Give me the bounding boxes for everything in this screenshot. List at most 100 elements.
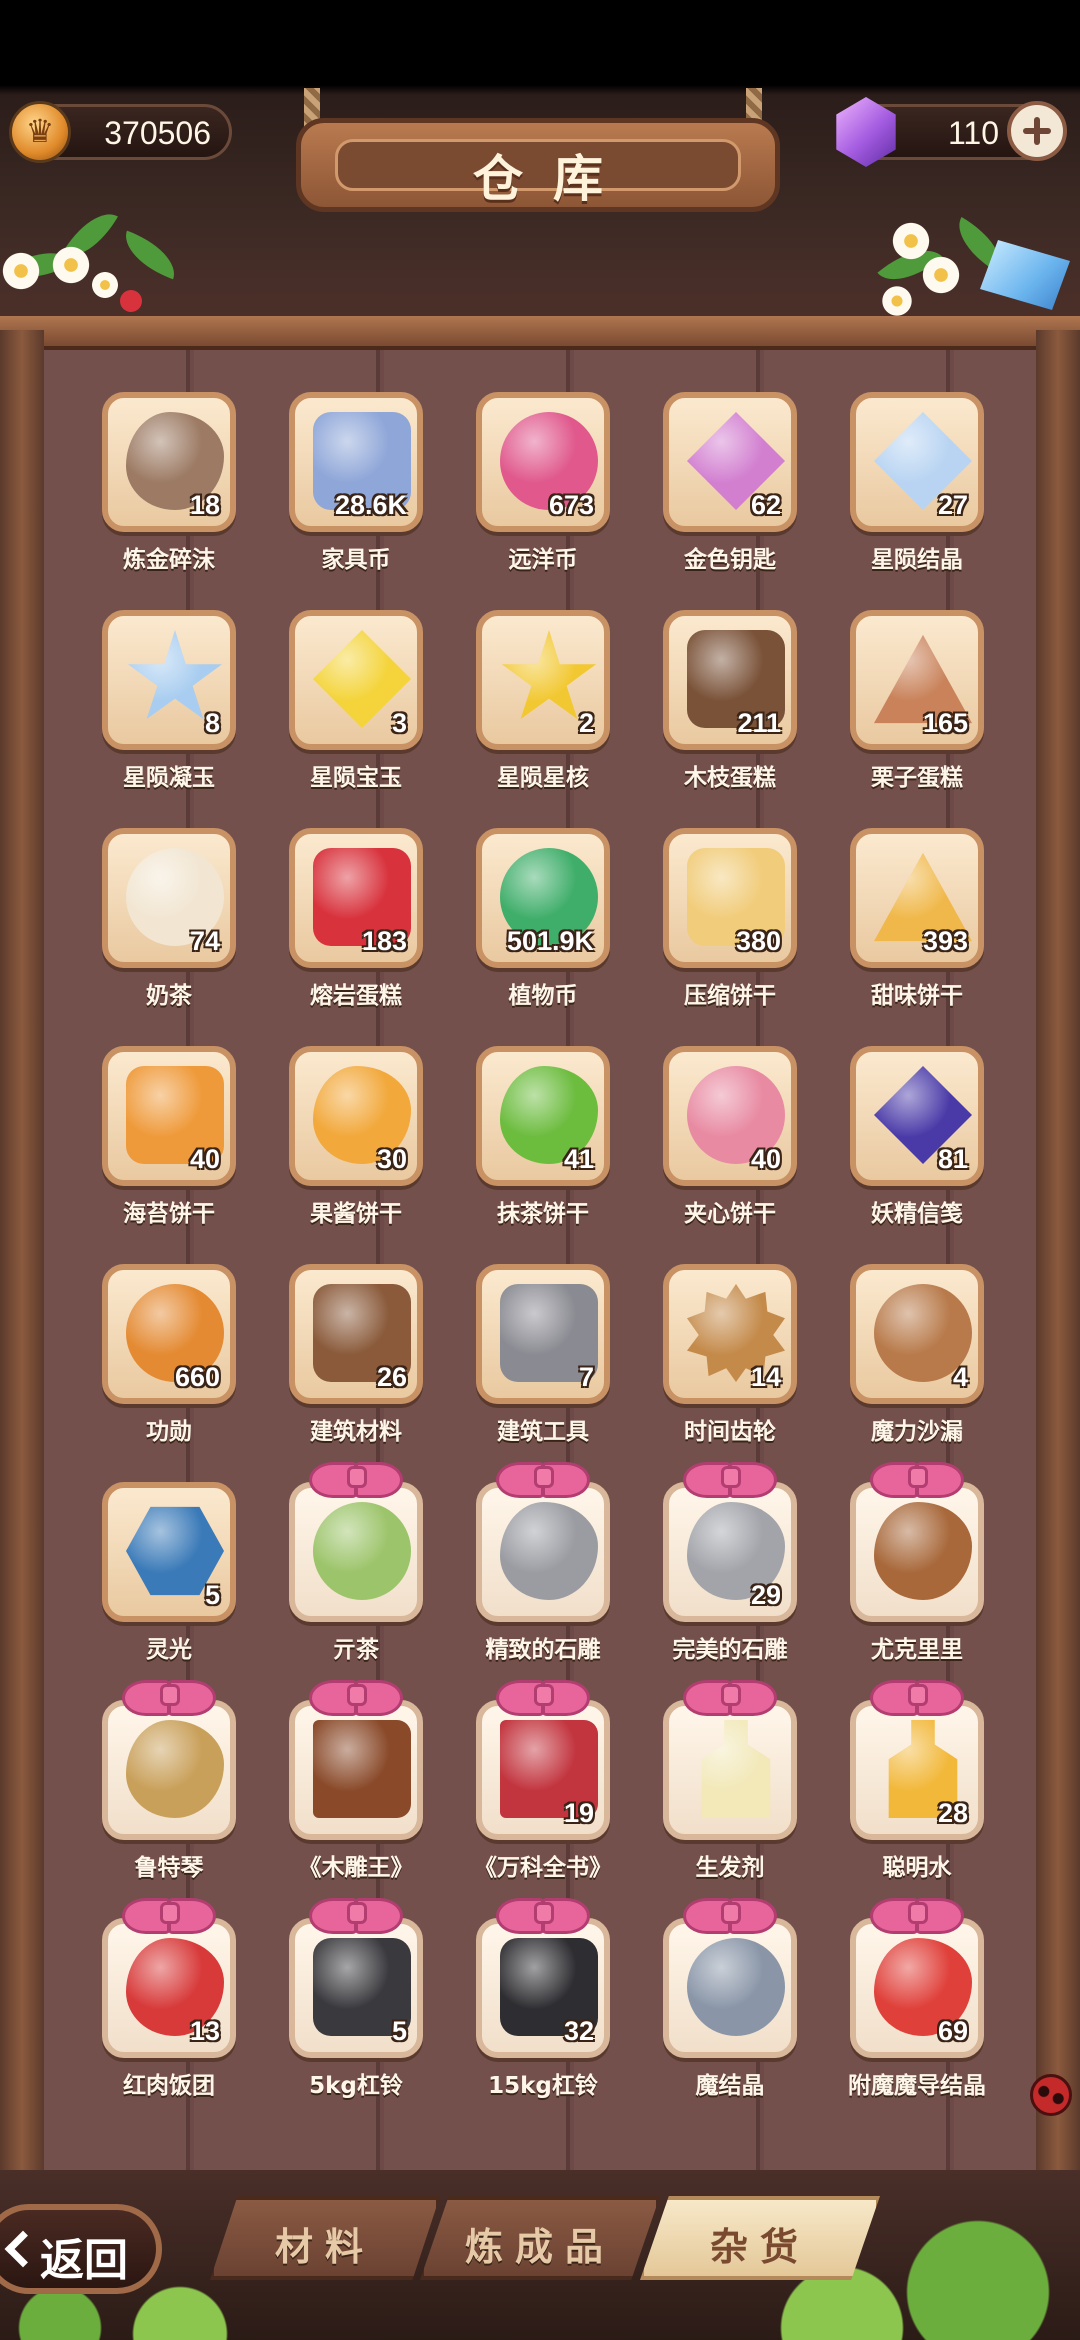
item-frame: 673 (476, 392, 610, 532)
item-frame (850, 1482, 984, 1622)
item-count: 3 (391, 708, 407, 738)
item-frame (476, 1482, 610, 1622)
item-name: 魔结晶 (695, 2073, 765, 2099)
item-count: 32 (563, 2016, 594, 2046)
item-count: 28.6K (334, 490, 407, 520)
item-name: 远洋币 (508, 547, 578, 573)
tab-alchemy-products-label: 炼成品 (464, 2225, 615, 2269)
item-count: 660 (174, 1362, 220, 1392)
item-count: 501.9K (506, 926, 594, 956)
item-count: 673 (548, 490, 594, 520)
tab-materials[interactable]: 材料 (210, 2196, 440, 2280)
item-frame: 40 (663, 1046, 797, 1186)
item-name: 魔力沙漏 (871, 1419, 963, 1445)
item-frame: 393 (850, 828, 984, 968)
item-count: 183 (361, 926, 407, 956)
ukulele-icon (874, 1502, 972, 1600)
gem-amount: 110 (947, 115, 999, 151)
item-name: 附魔魔导结晶 (848, 2073, 986, 2099)
board-top-rail (0, 316, 1080, 350)
item-count: 165 (922, 708, 968, 738)
item-frame: 7 (476, 1264, 610, 1404)
item-name: 奶茶 (146, 983, 192, 1009)
gift-bow-icon (122, 1676, 216, 1716)
item-name: 亓茶 (333, 1637, 379, 1663)
item-frame: 501.9K (476, 828, 610, 968)
item-name: 木枝蛋糕 (684, 765, 776, 791)
item-frame: 28 (850, 1700, 984, 1840)
item-count: 7 (578, 1362, 594, 1392)
item-frame: 380 (663, 828, 797, 968)
tab-misc-goods[interactable]: 杂货 (640, 2196, 880, 2280)
coin-counter: 370506 (9, 101, 232, 163)
title-plank: 仓库 (296, 118, 780, 212)
item-name: 精致的石雕 (485, 1637, 601, 1663)
item-name: 栗子蛋糕 (871, 765, 963, 791)
potion-bottle-icon (701, 1720, 771, 1818)
crown-coin-icon (9, 101, 71, 163)
tab-alchemy-products[interactable]: 炼成品 (420, 2196, 660, 2280)
item-count: 4 (952, 1362, 968, 1392)
board-post-right (1036, 330, 1080, 2190)
item-frame (289, 1482, 423, 1622)
item-frame: 26 (289, 1264, 423, 1404)
ladybug-icon (1030, 2074, 1072, 2116)
item-frame: 30 (289, 1046, 423, 1186)
item-frame: 183 (289, 828, 423, 968)
gift-bow-icon (870, 1676, 964, 1716)
item-frame (663, 1918, 797, 2058)
item-count: 393 (922, 926, 968, 956)
item-count: 5 (204, 1580, 220, 1610)
item-name: 《木雕王》 (298, 1855, 414, 1881)
item-name: 甜味饼干 (871, 983, 963, 1009)
item-count: 2 (578, 708, 594, 738)
item-frame: 165 (850, 610, 984, 750)
item-frame: 69 (850, 1918, 984, 2058)
item-count: 74 (189, 926, 220, 956)
item-name: 抹茶饼干 (497, 1201, 589, 1227)
tea-bowl-icon (313, 1502, 411, 1600)
item-name: 灵光 (146, 1637, 192, 1663)
item-name: 生发剂 (695, 1855, 765, 1881)
gift-bow-icon (496, 1894, 590, 1934)
item-frame: 74 (102, 828, 236, 968)
item-frame (663, 1700, 797, 1840)
item-count: 81 (937, 1144, 968, 1174)
item-count: 8 (204, 708, 220, 738)
item-name: 家具币 (321, 547, 391, 573)
add-gems-button[interactable] (1007, 101, 1067, 161)
item-frame: 660 (102, 1264, 236, 1404)
brown-book-icon (313, 1720, 411, 1818)
item-name: 星陨星核 (497, 765, 589, 791)
back-button-label: 返回 (40, 2235, 128, 2286)
item-frame: 40 (102, 1046, 236, 1186)
item-name: 海苔饼干 (123, 1201, 215, 1227)
item-frame: 32 (476, 1918, 610, 2058)
back-button[interactable]: 返回 (0, 2204, 162, 2294)
item-name: 完美的石雕 (672, 1637, 788, 1663)
item-count: 27 (937, 490, 968, 520)
purple-gem-icon (836, 97, 896, 167)
item-count: 62 (750, 490, 781, 520)
item-name: 星陨宝玉 (310, 765, 402, 791)
chevron-left-icon (4, 2230, 42, 2268)
page-title: 仓库 (473, 150, 633, 208)
item-count: 5 (391, 2016, 407, 2046)
item-name: 5kg杠铃 (309, 2073, 403, 2099)
item-name: 金色钥匙 (684, 547, 776, 573)
item-name: 星陨结晶 (871, 547, 963, 573)
item-name: 《万科全书》 (474, 1855, 612, 1881)
item-count: 18 (189, 490, 220, 520)
item-count: 40 (189, 1144, 220, 1174)
item-frame (289, 1700, 423, 1840)
gift-bow-icon (309, 1458, 403, 1498)
gift-bow-icon (683, 1894, 777, 1934)
item-frame: 5 (102, 1482, 236, 1622)
item-count: 211 (737, 708, 781, 738)
top-bar: 370506 仓库 110 (0, 0, 1080, 320)
item-frame: 27 (850, 392, 984, 532)
board-post-left (0, 330, 44, 2190)
tab-misc-goods-label: 杂货 (709, 2225, 810, 2269)
item-frame: 29 (663, 1482, 797, 1622)
item-count: 40 (750, 1144, 781, 1174)
